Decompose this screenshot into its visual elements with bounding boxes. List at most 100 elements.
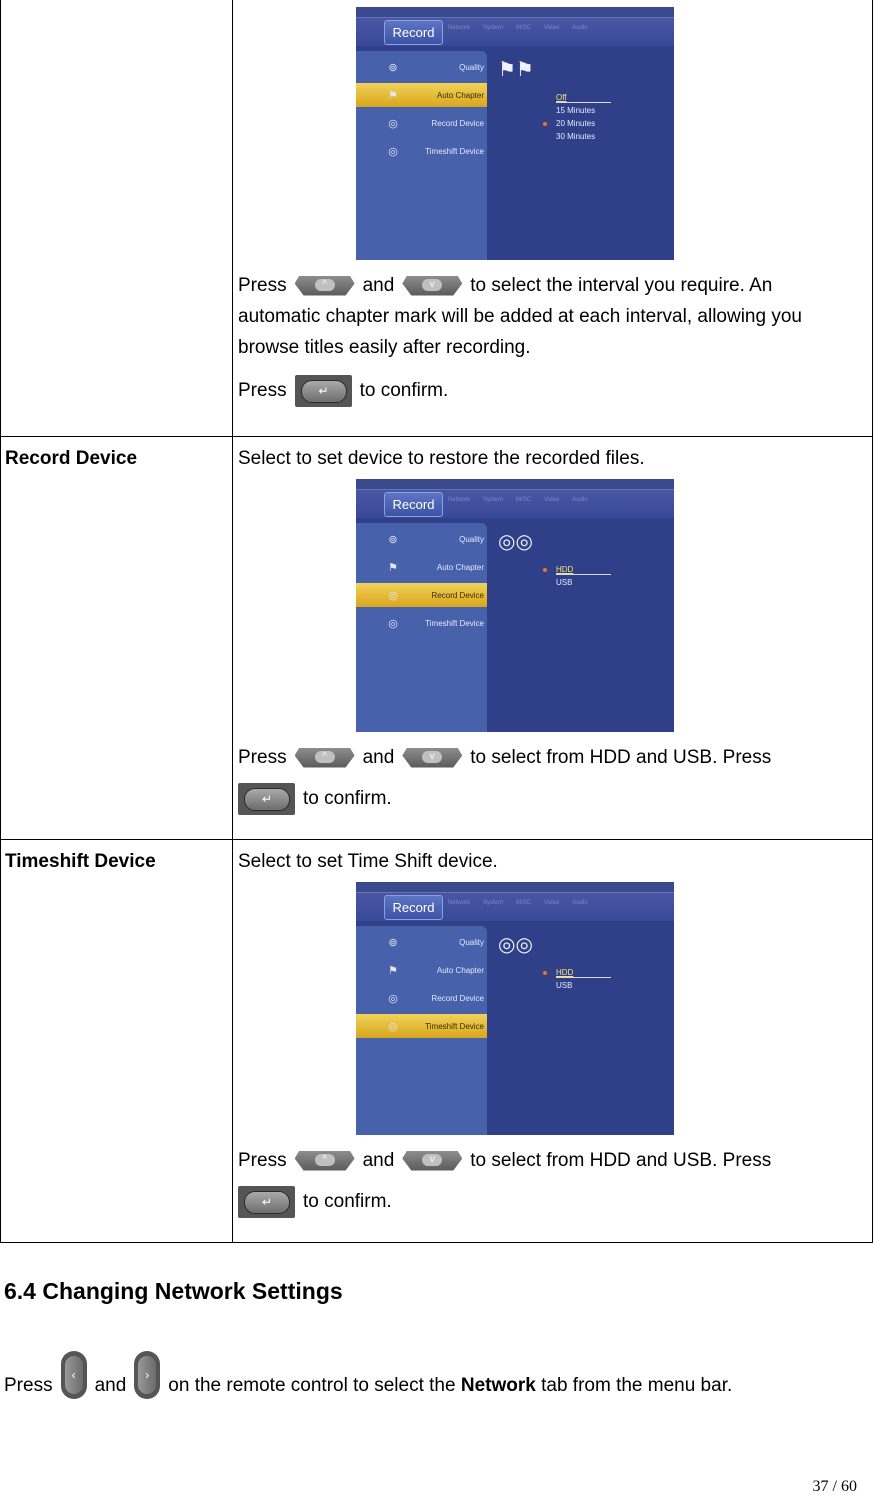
menu-tab-active: Record xyxy=(384,492,443,517)
menu-tab: Network xyxy=(448,25,471,31)
menu-item-label: Quality xyxy=(459,62,484,72)
flag-icon: ⚑ xyxy=(388,964,398,977)
table-row-timeshift-device: Timeshift Device Select to set Time Shif… xyxy=(0,839,873,1243)
auto-chapter-screenshot: Record Network System MISC Video Audio ⊚ Qualit… xyxy=(356,7,674,260)
option-item: USB xyxy=(556,981,573,990)
menu-tab: System xyxy=(483,900,504,906)
menu-tabs: Network System MISC Video Audio xyxy=(448,900,588,906)
up-button-icon: ^ xyxy=(294,747,355,768)
menu-item: ◎ Timeshift Device xyxy=(356,611,487,635)
menu-item: ◎ Timeshift Device xyxy=(356,1014,487,1038)
table-row-record-device: Record Device Select to set device to re… xyxy=(0,436,873,840)
menu-tab: Video xyxy=(544,25,560,31)
option-item: USB xyxy=(556,578,573,587)
menu-tabs: Network System MISC Video Audio xyxy=(448,497,588,503)
menu-item-label: Auto Chapter xyxy=(436,90,484,100)
screen-topbar xyxy=(356,882,674,893)
flag-icon: ⚑ xyxy=(388,89,398,102)
menu-item-label: Quality xyxy=(459,937,484,947)
disc-icon: ◎ xyxy=(388,1020,398,1033)
row-content-cell: Record Network System MISC Video Audio ⊚ Qualit… xyxy=(232,0,873,437)
menu-item-label: Record Device xyxy=(431,118,484,128)
row-content-cell: Select to set Time Shift device. Record N… xyxy=(232,839,873,1243)
enter-button-icon: ↵ xyxy=(238,1185,295,1218)
menu-tab-active: Record xyxy=(384,895,443,920)
menu-item: ◎ Record Device xyxy=(356,986,487,1010)
menu-item: ◎ Record Device xyxy=(356,111,487,135)
option-item: HDD xyxy=(543,966,613,979)
option-list: HDD USB xyxy=(543,563,613,589)
menu-item: ⊚ Quality xyxy=(356,55,487,79)
menu-item-label: Timeshift Device xyxy=(425,146,484,156)
option-item: 30 Minutes xyxy=(556,132,596,141)
option-item: 15 Minutes xyxy=(556,106,596,115)
settings-table: Record Network System MISC Video Audio ⊚ Qualit… xyxy=(0,0,873,1243)
table-row-auto-chapter: Record Network System MISC Video Audio ⊚ Qualit… xyxy=(0,0,873,437)
disc-icon: ⊚ xyxy=(388,533,398,546)
enter-button-icon: ↵ xyxy=(238,782,295,815)
menu-tab: Audio xyxy=(572,900,588,906)
disc-icon: ◎ xyxy=(388,589,398,602)
menu-item: ⚑ Auto Chapter xyxy=(356,958,487,982)
menu-item: ⚑ Auto Chapter xyxy=(356,555,487,579)
menu-item-label: Record Device xyxy=(431,590,484,600)
disc-icon: ◎◎ xyxy=(498,531,533,553)
enter-button-icon: ↵ xyxy=(294,374,352,407)
menu-tab: Audio xyxy=(572,497,588,503)
option-list: HDD USB xyxy=(543,966,613,992)
menu-item: ⚑ Auto Chapter xyxy=(356,83,487,107)
menu-item: ◎ Record Device xyxy=(356,583,487,607)
section-heading: 6.4 Changing Network Settings xyxy=(4,1278,343,1304)
menu-tab: MISC xyxy=(516,25,532,31)
menu-item-label: Quality xyxy=(459,534,484,544)
up-button-icon: ^ xyxy=(294,275,355,296)
menu-item-label: Timeshift Device xyxy=(425,1021,484,1031)
left-button-icon: ‹ xyxy=(60,1351,87,1399)
disc-icon: ◎ xyxy=(388,117,398,130)
disc-icon: ⊚ xyxy=(388,61,398,74)
menu-item-label: Auto Chapter xyxy=(436,562,484,572)
page-number: 37 / 60 xyxy=(812,1478,857,1495)
screen-topbar xyxy=(356,7,674,18)
option-item: HDD xyxy=(543,563,613,576)
flag-icon: ⚑⚑ xyxy=(498,59,534,81)
timeshift-device-screenshot: Record Network System MISC Video Audio ⊚ Qualit… xyxy=(356,882,674,1135)
disc-icon: ⊚ xyxy=(388,936,398,949)
menu-tab: Network xyxy=(448,497,471,503)
disc-icon: ◎ xyxy=(388,992,398,1005)
down-button-icon: v xyxy=(402,1150,463,1171)
menu-item-label: Timeshift Device xyxy=(425,618,484,628)
selected-dot-icon xyxy=(543,568,547,572)
down-button-icon: v xyxy=(402,275,463,296)
record-device-screenshot: Record Network System MISC Video Audio ⊚ Qualit… xyxy=(356,479,674,732)
menu-tab: Network xyxy=(448,900,471,906)
option-item: 20 Minutes xyxy=(543,117,595,130)
option-list: Off 15 Minutes 20 Minutes 30 Minutes xyxy=(543,91,612,143)
menu-tabs: Network System MISC Video Audio xyxy=(448,25,588,31)
up-button-icon: ^ xyxy=(294,1150,355,1171)
menu-item: ⊚ Quality xyxy=(356,527,487,551)
right-button-icon: › xyxy=(134,1351,161,1399)
flag-icon: ⚑ xyxy=(388,561,398,574)
disc-icon: ◎ xyxy=(388,145,398,158)
down-button-icon: v xyxy=(402,747,463,768)
menu-tab: MISC xyxy=(516,497,532,503)
menu-tab: System xyxy=(483,25,504,31)
network-instruction: Press ‹ and › on the remote control to s… xyxy=(4,1347,732,1399)
menu-tab-active: Record xyxy=(384,20,443,45)
menu-item: ◎ Timeshift Device xyxy=(356,139,487,163)
disc-icon: ◎◎ xyxy=(498,934,533,956)
menu-item: ⊚ Quality xyxy=(356,930,487,954)
option-item: Off xyxy=(556,91,612,104)
menu-item-label: Record Device xyxy=(431,993,484,1003)
menu-item-label: Auto Chapter xyxy=(436,965,484,975)
menu-tab: Video xyxy=(544,497,560,503)
menu-tab: System xyxy=(483,497,504,503)
disc-icon: ◎ xyxy=(388,617,398,630)
row-content-cell: Select to set device to restore the reco… xyxy=(232,436,873,840)
menu-tab: Video xyxy=(544,900,560,906)
selected-dot-icon xyxy=(543,971,547,975)
selected-dot-icon xyxy=(543,122,547,126)
menu-tab: MISC xyxy=(516,900,532,906)
screen-topbar xyxy=(356,479,674,490)
